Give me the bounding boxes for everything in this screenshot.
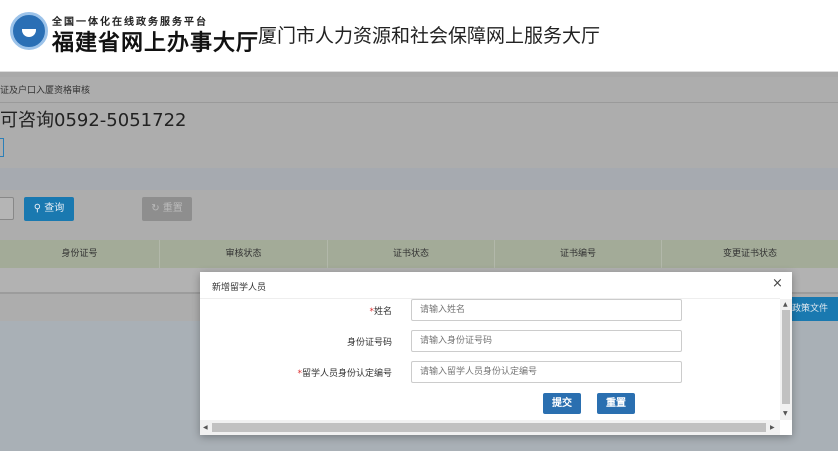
search-band	[0, 168, 838, 190]
modal-title: 新增留学人员	[212, 283, 267, 293]
close-icon[interactable]: ×	[772, 276, 783, 291]
search-button[interactable]: ⚲ 查询	[24, 197, 74, 221]
submit-button[interactable]: 提交	[543, 393, 581, 414]
reset-button[interactable]: ↻ 重置	[142, 197, 192, 221]
reset-form-button[interactable]: 重置	[597, 393, 635, 414]
field-label-student-id: *留学人员身份认定编号	[297, 369, 392, 379]
name-input[interactable]	[411, 299, 682, 321]
refresh-icon: ↻	[151, 203, 160, 214]
horizontal-scroll-thumb[interactable]	[212, 423, 766, 432]
column-header[interactable]: 审核状态	[160, 240, 328, 268]
column-header[interactable]: 身份证号	[0, 240, 160, 268]
breadcrumb: 证及户口入厦资格审核	[0, 86, 91, 96]
id-number-input[interactable]	[411, 330, 682, 352]
site-header: 全国一体化在线政务服务平台 福建省网上办事大厅 厦门市人力资源和社会保障网上服务…	[0, 0, 838, 72]
column-header[interactable]: 证书编号	[495, 240, 662, 268]
vertical-scroll-thumb[interactable]	[782, 310, 790, 404]
scroll-left-icon[interactable]: ◀	[203, 424, 208, 431]
column-header[interactable]: 变更证书状态	[662, 240, 838, 268]
field-label-name: *姓名	[369, 307, 392, 317]
scroll-down-icon[interactable]: ▼	[783, 410, 788, 417]
search-label: 查询	[44, 203, 65, 214]
add-button[interactable]	[0, 138, 4, 157]
consult-phone: 可咨询0592-5051722	[0, 110, 187, 131]
platform-logo-icon	[10, 12, 48, 50]
search-icon: ⚲	[33, 203, 42, 214]
field-label-id-number: 身份证号码	[346, 338, 392, 348]
scroll-right-icon[interactable]: ▶	[770, 424, 775, 431]
search-input[interactable]	[0, 197, 14, 220]
divider	[0, 102, 838, 103]
student-id-input[interactable]	[411, 361, 682, 383]
column-header[interactable]: 证书状态	[328, 240, 495, 268]
add-student-modal: 新增留学人员 × *姓名 身份证号码 *留学人员身份认定编号 提交 重置 ▲ ▼…	[200, 272, 792, 435]
site-title: 厦门市人力资源和社会保障网上服务大厅	[258, 25, 601, 47]
reset-label: 重置	[162, 203, 183, 214]
platform-name: 福建省网上办事大厅	[52, 30, 260, 56]
table-header: 身份证号 审核状态 证书状态 证书编号 变更证书状态	[0, 240, 838, 268]
scroll-up-icon[interactable]: ▲	[783, 301, 788, 308]
